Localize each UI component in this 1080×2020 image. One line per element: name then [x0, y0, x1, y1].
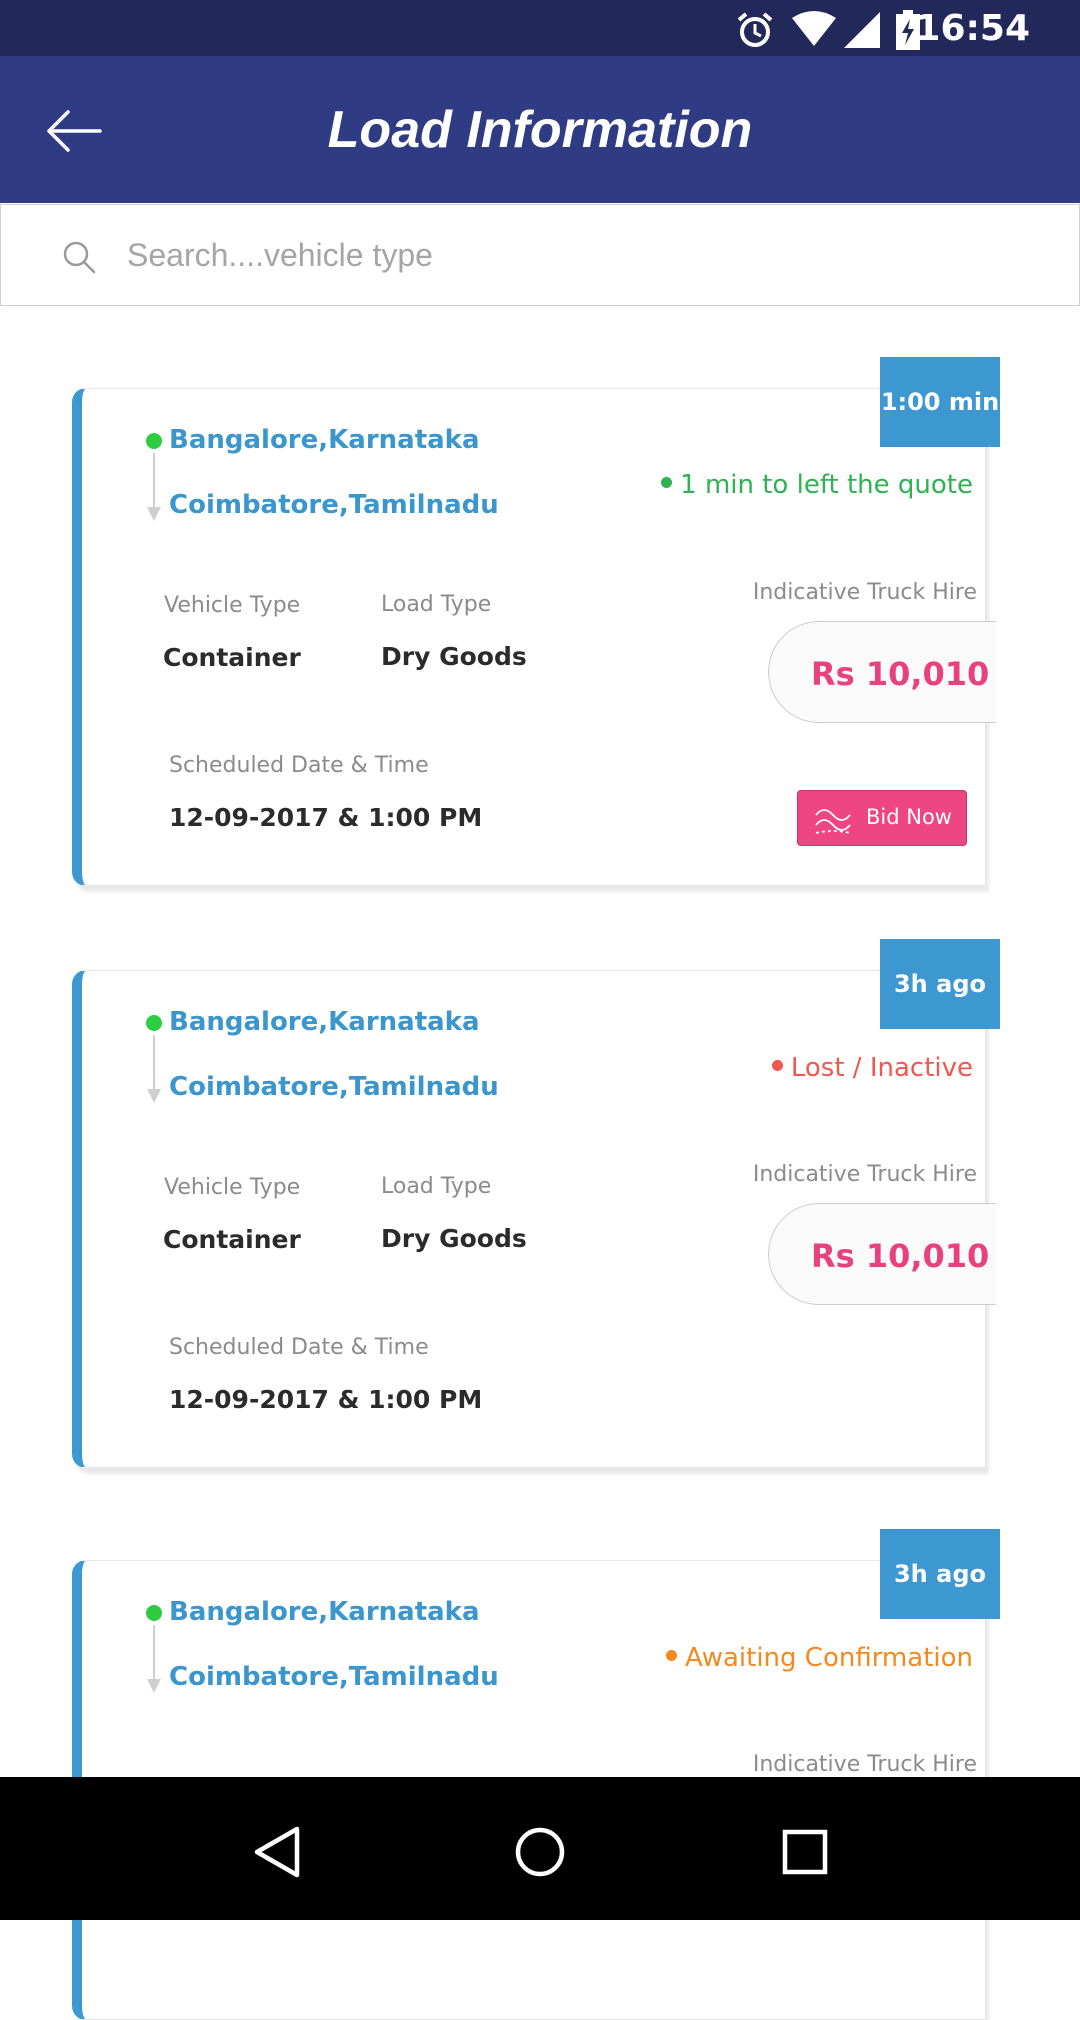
- price-value: Rs 10,010: [811, 1237, 990, 1275]
- origin-dot-icon: [146, 433, 162, 449]
- search-input[interactable]: [125, 229, 1029, 281]
- bid-now-label: Bid Now: [866, 805, 952, 829]
- system-nav-bar: [0, 1777, 1080, 1920]
- wifi-icon: [792, 11, 836, 46]
- status-text: 1 min to left the quote: [680, 470, 973, 500]
- bid-icon: [815, 809, 851, 834]
- vehicle-type-label: Vehicle Type: [164, 1175, 301, 1200]
- load-card[interactable]: 1:00 min Bangalore,Karnataka Coimbatore,…: [72, 357, 1000, 886]
- status-bar: 16:54: [0, 0, 1080, 56]
- load-type-value: Dry Goods: [381, 1224, 527, 1253]
- origin-dot-icon: [146, 1015, 162, 1031]
- price-pill: Rs 10,010: [768, 621, 996, 723]
- status-time: 16:54: [915, 8, 1030, 49]
- search-bar: [0, 204, 1080, 306]
- vehicle-type-value: Container: [163, 643, 301, 672]
- load-status: Lost / Inactive: [771, 1053, 973, 1083]
- origin-city: Bangalore,Karnataka: [169, 425, 480, 455]
- hire-label: Indicative Truck Hire: [752, 1752, 977, 1777]
- route-arrow-icon: [147, 507, 161, 521]
- route-arrow-icon: [147, 1679, 161, 1693]
- destination-city: Coimbatore,Tamilnadu: [169, 490, 499, 520]
- price-pill: Rs 10,010: [768, 1203, 996, 1305]
- status-dot-icon: [665, 1650, 677, 1661]
- time-badge: 3h ago: [880, 939, 1000, 1029]
- price-value: Rs 10,010: [811, 655, 990, 693]
- load-status: Awaiting Confirmation: [665, 1643, 973, 1673]
- route-line: [153, 453, 155, 511]
- status-dot-icon: [661, 477, 673, 488]
- vehicle-type-value: Container: [163, 1225, 301, 1254]
- schedule-value: 12-09-2017 & 1:00 PM: [169, 803, 483, 832]
- back-triangle-icon[interactable]: [245, 1817, 315, 1887]
- schedule-label: Scheduled Date & Time: [169, 753, 429, 778]
- bid-now-button[interactable]: Bid Now: [797, 790, 967, 846]
- time-badge: 3h ago: [880, 1529, 1000, 1619]
- load-type-label: Load Type: [381, 1174, 492, 1199]
- origin-dot-icon: [146, 1605, 162, 1621]
- destination-city: Coimbatore,Tamilnadu: [169, 1662, 499, 1692]
- search-icon: [63, 241, 96, 274]
- origin-city: Bangalore,Karnataka: [169, 1597, 480, 1627]
- alarm-icon: [737, 12, 773, 47]
- route-arrow-icon: [147, 1089, 161, 1103]
- load-type-value: Dry Goods: [381, 642, 527, 671]
- load-card[interactable]: 3h ago Bangalore,Karnataka Coimbatore,Ta…: [72, 939, 1000, 1468]
- status-text: Lost / Inactive: [790, 1053, 973, 1083]
- hire-label: Indicative Truck Hire: [752, 1162, 977, 1187]
- schedule-label: Scheduled Date & Time: [169, 1335, 429, 1360]
- load-type-label: Load Type: [381, 592, 492, 617]
- schedule-value: 12-09-2017 & 1:00 PM: [169, 1385, 483, 1414]
- signal-icon: [844, 12, 880, 48]
- time-badge: 1:00 min: [880, 357, 1000, 447]
- vehicle-type-label: Vehicle Type: [164, 593, 301, 618]
- destination-city: Coimbatore,Tamilnadu: [169, 1072, 499, 1102]
- load-status: 1 min to left the quote: [661, 470, 973, 500]
- status-text: Awaiting Confirmation: [684, 1643, 973, 1673]
- route-line: [153, 1035, 155, 1093]
- home-circle-icon[interactable]: [505, 1817, 575, 1887]
- page-title: Load Information: [327, 101, 753, 159]
- status-dot-icon: [771, 1060, 783, 1071]
- app-bar: Load Information: [0, 56, 1080, 203]
- hire-label: Indicative Truck Hire: [752, 580, 977, 605]
- origin-city: Bangalore,Karnataka: [169, 1007, 480, 1037]
- recents-square-icon[interactable]: [770, 1817, 840, 1887]
- route-line: [153, 1625, 155, 1683]
